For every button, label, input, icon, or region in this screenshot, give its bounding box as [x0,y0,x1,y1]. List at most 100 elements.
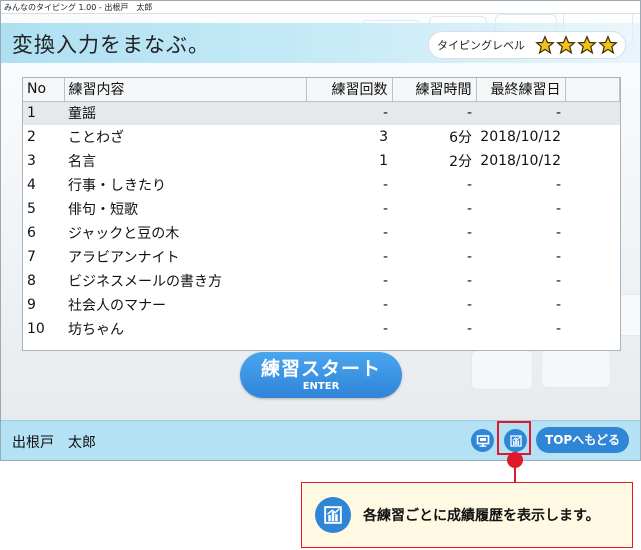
column-header-date[interactable]: 最終練習日 [476,78,566,102]
cell-count: - [382,249,388,265]
cell-no: 6 [27,225,36,241]
cell-no: 8 [27,273,36,289]
cell-content: ことわざ [68,130,124,146]
page-header: 変換入力をまなぶ。 タイピングレベル [1,15,640,63]
monitor-icon[interactable] [471,429,494,452]
cell-time: - [466,201,472,217]
cell-time: - [466,321,472,337]
start-button-label: 練習スタート [260,358,381,380]
cell-no: 4 [27,177,36,193]
cell-content: 名言 [68,154,96,170]
cell-content: 行事・しきたり [68,178,166,194]
table-row[interactable]: 6 ジャックと豆の木 - - - [23,221,620,245]
start-practice-button[interactable]: 練習スタート ENTER [240,352,402,398]
cell-count: - [382,177,388,193]
cell-content: 社会人のマナー [68,298,166,314]
column-header-content[interactable]: 練習内容 [64,78,307,102]
cell-no: 3 [27,153,36,169]
callout-box: 各練習ごとに成績履歴を表示します。 [301,482,633,548]
app-root: みんなのタイピング 1.00 - 出根戸 太郎 変換入力をまなぶ。 タイピングレ… [0,0,641,550]
window-title: みんなのタイピング 1.00 - 出根戸 太郎 [1,1,640,14]
cell-time: 2分 [449,154,472,170]
cell-time: - [466,225,472,241]
cell-time: - [392,101,476,125]
footer-bar: 出根戸 太郎 TOPへもどる [1,420,640,460]
cell-count: - [306,101,392,125]
cell-date: - [555,273,561,289]
cell-date: - [555,201,561,217]
cell-count: - [382,201,388,217]
callout-text: 各練習ごとに成績履歴を表示します。 [363,508,600,524]
cell-no: 10 [27,321,45,337]
cell-spacer [565,269,620,293]
cell-spacer [565,293,620,317]
cell-date: - [555,225,561,241]
cell-no: 2 [27,129,36,145]
highlight-frame [497,421,531,455]
cell-count: - [382,297,388,313]
cell-spacer [565,149,620,173]
cell-spacer [565,245,620,269]
cell-spacer [565,125,620,149]
table-row[interactable]: 1 童謡 - - - [23,101,620,125]
cell-spacer [565,221,620,245]
cell-count: - [382,273,388,289]
cell-content: ビジネスメールの書き方 [68,274,222,290]
table-row[interactable]: 3 名言 1 2分 2018/10/12 [23,149,620,173]
callout-pointer-dot [507,452,523,468]
cell-date: - [555,177,561,193]
page-title: 変換入力をまなぶ。 [12,33,210,57]
star-icon [556,35,576,55]
cell-spacer [565,101,620,125]
cell-count: 1 [379,153,388,169]
cell-content: ジャックと豆の木 [68,226,180,242]
cell-content: 童謡 [64,101,306,125]
cell-date: - [555,249,561,265]
cell-spacer [565,317,620,341]
cell-count: 3 [379,129,388,145]
cell-time: - [466,297,472,313]
column-header-time[interactable]: 練習時間 [392,78,477,102]
table-row[interactable]: 7 アラビアンナイト - - - [23,245,620,269]
cell-date: 2018/10/12 [480,153,561,169]
cell-time: 6分 [449,130,472,146]
cell-date: 2018/10/12 [480,129,561,145]
column-header-no[interactable]: No [23,78,65,102]
cell-date: - [476,101,565,125]
cell-no: 1 [23,101,64,125]
column-header-spacer [565,78,620,102]
star-icon [598,35,618,55]
cell-count: - [382,321,388,337]
table-row[interactable]: 9 社会人のマナー - - - [23,293,620,317]
typing-level-label: タイピングレベル [437,39,525,52]
cell-no: 9 [27,297,36,313]
cell-count: - [382,225,388,241]
table-row[interactable]: 4 行事・しきたり - - - [23,173,620,197]
cell-time: - [466,249,472,265]
practice-table[interactable]: No 練習内容 練習回数 練習時間 最終練習日 1 童謡 - - -2 ことわざ 3 6分 20… [22,77,621,351]
cell-no: 5 [27,201,36,217]
table-row[interactable]: 10 坊ちゃん - - - [23,317,620,341]
cell-time: - [466,273,472,289]
cell-content: 俳句・短歌 [68,202,138,218]
table-header-row: No 練習内容 練習回数 練習時間 最終練習日 [23,78,620,102]
table-row[interactable]: 5 俳句・短歌 - - - [23,197,620,221]
column-header-count[interactable]: 練習回数 [306,78,393,102]
app-window: みんなのタイピング 1.00 - 出根戸 太郎 変換入力をまなぶ。 タイピングレ… [0,0,641,461]
history-chart-icon [315,497,351,533]
table-row[interactable]: 8 ビジネスメールの書き方 - - - [23,269,620,293]
back-to-top-button[interactable]: TOPへもどる [536,427,629,453]
cell-content: アラビアンナイト [68,250,180,266]
cell-date: - [555,297,561,313]
cell-date: - [555,321,561,337]
cell-spacer [565,197,620,221]
star-icon [577,35,597,55]
table-row[interactable]: 2 ことわざ 3 6分 2018/10/12 [23,125,620,149]
typing-level-badge: タイピングレベル [428,31,626,59]
star-icon [535,35,555,55]
cell-no: 7 [27,249,36,265]
cell-content: 坊ちゃん [68,322,124,338]
user-name: 出根戸 太郎 [12,435,96,451]
cell-spacer [565,173,620,197]
start-button-shortcut: ENTER [302,381,340,392]
